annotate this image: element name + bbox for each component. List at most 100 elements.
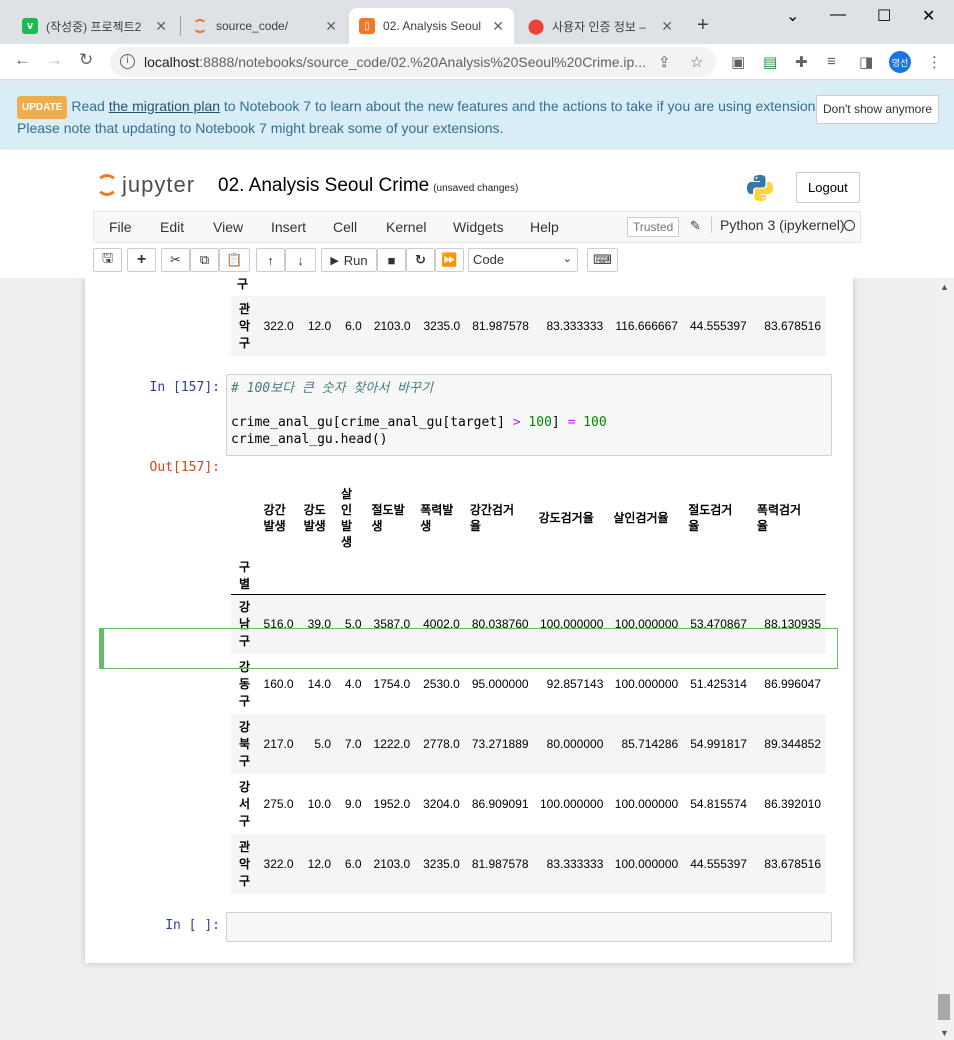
menu-help[interactable]: Help — [530, 219, 559, 235]
index-name: 구 별 — [239, 559, 251, 591]
move-up-button[interactable]: ↑ — [256, 248, 285, 272]
new-tab-icon[interactable]: + — [697, 14, 709, 37]
tab-title: 02. Analysis Seoul — [383, 19, 482, 33]
maximize-icon[interactable]: ☐ — [877, 6, 891, 26]
cell-type-select[interactable]: Code ⌄ — [468, 248, 578, 272]
scrollbar-thumb[interactable] — [938, 994, 950, 1020]
table-cell: 10.0 — [307, 797, 332, 811]
close-icon[interactable]: ✕ — [155, 18, 167, 35]
browser-tab-4[interactable]: ⬤ 사용자 인증 정보 – ✕ — [518, 8, 683, 44]
menu-dots-icon[interactable]: ⋮ — [927, 53, 942, 71]
interrupt-button[interactable]: ■ — [377, 248, 406, 272]
puzzle-icon[interactable]: ✚ — [795, 53, 808, 71]
fast-forward-icon: ⏩ — [441, 252, 458, 267]
table-cell: 12.0 — [307, 319, 332, 333]
restart-run-all-button[interactable]: ⏩ — [435, 248, 464, 272]
bookmark-star-icon[interactable]: ☆ — [690, 53, 703, 71]
table-cell: 5.0 — [314, 737, 332, 751]
menu-kernel[interactable]: Kernel — [386, 219, 426, 235]
migration-plan-link[interactable]: the migration plan — [109, 98, 220, 114]
header-row: 강간 발생 강도 발생 살 인 발 생 절도발 생 폭력발 생 강간검거 율 강… — [231, 478, 826, 558]
plus-icon: + — [136, 251, 147, 268]
table-cell: 73.271889 — [471, 737, 529, 751]
table-cell: 12.0 — [307, 857, 332, 871]
table-cell: 1952.0 — [373, 797, 411, 811]
play-icon: ▶ — [330, 254, 339, 267]
python-logo-icon — [747, 175, 773, 201]
close-window-icon[interactable]: ✕ — [922, 6, 935, 26]
save-button[interactable]: 🖫 — [93, 248, 122, 272]
column-header: 강간 발생 — [263, 503, 286, 533]
logout-button[interactable]: Logout — [796, 172, 860, 203]
url-input[interactable]: i localhost:8888/notebooks/source_code/0… — [110, 47, 716, 77]
kernel-name[interactable]: Python 3 (ipykernel) — [711, 217, 845, 233]
menu-edit[interactable]: Edit — [160, 219, 184, 235]
table-cell: 83.678516 — [764, 857, 821, 871]
table-row: 관 악 구 322.0 12.0 6.0 2103.0 3235.0 81.987578 83… — [231, 834, 826, 894]
menu-file[interactable]: File — [109, 219, 132, 235]
column-header: 강도 발생 — [303, 503, 326, 533]
run-button[interactable]: ▶ Run — [321, 248, 377, 272]
empty-code-editor[interactable] — [226, 912, 832, 942]
pencil-icon[interactable]: ✎ — [690, 218, 701, 234]
reload-icon[interactable]: ↻ — [79, 50, 93, 70]
jupyter-logo[interactable]: jupyter — [96, 172, 195, 198]
media-icon[interactable]: ≡ — [827, 53, 836, 70]
column-header: 절도발 생 — [371, 503, 405, 533]
trusted-indicator[interactable]: Trusted — [627, 217, 680, 237]
close-icon[interactable]: ✕ — [492, 18, 504, 35]
menu-insert[interactable]: Insert — [271, 219, 306, 235]
forward-icon[interactable]: → — [46, 50, 63, 70]
table-cell: 3235.0 — [423, 857, 460, 871]
avatar[interactable]: 영선 — [889, 51, 911, 73]
table-row: 관 악 구 322.0 12.0 6.0 2103.0 3235.0 81.98… — [231, 296, 826, 356]
browser-tab-active[interactable]: ▯ 02. Analysis Seoul ✕ — [349, 8, 514, 44]
table-cell: 2778.0 — [423, 737, 460, 751]
extension-icon[interactable]: ▣ — [731, 53, 745, 71]
share-icon[interactable]: ⇪ — [658, 53, 671, 71]
cut-button[interactable]: ✂ — [161, 248, 190, 272]
banner-text: to Notebook 7 to learn about the new fea… — [220, 98, 831, 114]
insert-cell-button[interactable]: + — [127, 248, 156, 272]
paste-button[interactable]: 📋 — [219, 248, 250, 272]
scrollbar[interactable]: ▲ ▼ — [936, 278, 954, 1040]
input-prompt: In [157]: — [149, 380, 220, 395]
column-header: 강간검거 율 — [469, 503, 514, 533]
notebook-title[interactable]: 02. Analysis Seoul Crime (unsaved changes… — [218, 175, 518, 197]
dont-show-anymore-button[interactable]: Don't show anymore — [816, 95, 940, 124]
selected-cell[interactable] — [99, 628, 838, 669]
table-cell: 100.000000 — [539, 797, 604, 811]
close-icon[interactable]: ✕ — [325, 18, 337, 35]
chevron-down-icon: ⌄ — [562, 253, 572, 265]
table-cell: 6.0 — [344, 857, 362, 871]
back-icon[interactable]: ← — [14, 50, 31, 70]
tab-title: source_code/ — [216, 19, 289, 33]
table-cell: 44.555397 — [690, 857, 747, 871]
table-cell: 3204.0 — [423, 797, 460, 811]
command-palette-button[interactable]: ⌨ — [587, 248, 618, 272]
index-name-row: 구 별 — [231, 558, 826, 594]
browser-tab-2[interactable]: source_code/ ✕ — [182, 8, 347, 44]
tab-title: 사용자 인증 정보 – — [552, 19, 646, 34]
copy-button[interactable]: ⧉ — [190, 248, 219, 272]
side-panel-icon[interactable]: ◨ — [859, 53, 873, 71]
close-icon[interactable]: ✕ — [661, 18, 673, 35]
minimize-icon[interactable]: — — [830, 6, 846, 24]
extension-green-icon[interactable]: ▤ — [763, 53, 777, 71]
menu-view[interactable]: View — [213, 219, 243, 235]
tab-search-icon[interactable]: ⌄ — [786, 6, 799, 26]
site-info-icon[interactable]: i — [120, 54, 135, 69]
code-editor[interactable]: # 100보다 큰 숫자 찾아서 바꾸기 crime_anal_gu[crime… — [226, 374, 832, 456]
menu-cell[interactable]: Cell — [333, 219, 357, 235]
scroll-down-icon[interactable]: ▼ — [940, 1028, 949, 1038]
browser-tab-1[interactable]: v (작성중) 프로젝트2 ✕ — [12, 8, 177, 44]
banner-text-line2: Please note that updating to Notebook 7 … — [17, 120, 504, 136]
table-row: 강 북 구 217.0 5.0 7.0 1222.0 2778.0 73.271889 80.… — [231, 714, 826, 774]
scroll-up-icon[interactable]: ▲ — [940, 282, 949, 292]
restart-button[interactable]: ↻ — [406, 248, 435, 272]
browser-tab-strip: v (작성중) 프로젝트2 ✕ source_code/ ✕ ▯ 02. Ana… — [0, 0, 954, 44]
table-cell: 81.987578 — [472, 319, 529, 333]
move-down-button[interactable]: ↓ — [285, 248, 316, 272]
menu-widgets[interactable]: Widgets — [453, 219, 504, 235]
menu-bar: File Edit View Insert Cell Kernel Widget… — [93, 211, 861, 243]
